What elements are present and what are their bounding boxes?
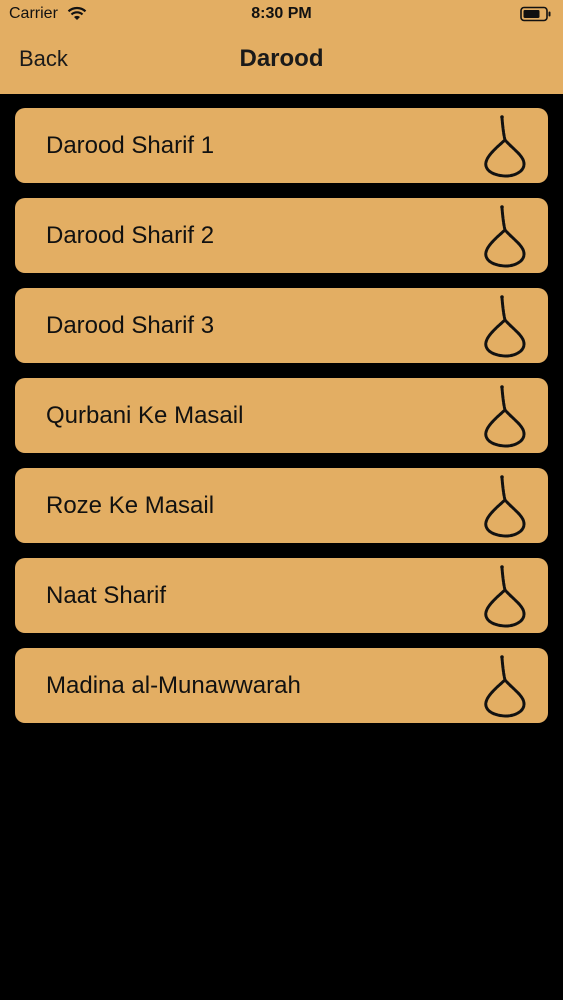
- list-item-label: Roze Ke Masail: [46, 492, 215, 519]
- list-item[interactable]: Madina al-Munawwarah: [15, 648, 548, 723]
- list-item[interactable]: Darood Sharif 3: [15, 288, 548, 363]
- prayer-beads-icon: [482, 564, 528, 633]
- page-title: Darood: [239, 45, 324, 72]
- prayer-beads-icon: [482, 204, 528, 273]
- list-item-label: Darood Sharif 3: [46, 312, 215, 339]
- list-item-label: Qurbani Ke Masail: [46, 402, 244, 429]
- list-item-label: Madina al-Munawwarah: [46, 672, 301, 699]
- status-bar: Carrier 8:30 PM: [0, 0, 563, 30]
- navigation-header: Carrier 8:30 PM Back Darood: [0, 0, 563, 94]
- list-item[interactable]: Naat Sharif: [15, 558, 548, 633]
- prayer-beads-icon: [482, 114, 528, 183]
- prayer-beads-icon: [482, 384, 528, 453]
- prayer-beads-icon: [482, 294, 528, 363]
- list-item[interactable]: Darood Sharif 2: [15, 198, 548, 273]
- prayer-beads-icon: [482, 654, 528, 723]
- prayer-beads-icon: [482, 474, 528, 543]
- list-item[interactable]: Darood Sharif 1: [15, 108, 548, 183]
- battery-icon: [520, 6, 552, 27]
- list-item-label: Naat Sharif: [46, 582, 167, 609]
- clock-time: 8:30 PM: [251, 5, 312, 22]
- list-item[interactable]: Roze Ke Masail: [15, 468, 548, 543]
- menu-list: Darood Sharif 1 Darood Sharif 2 Darood S…: [15, 108, 548, 738]
- list-item[interactable]: Qurbani Ke Masail: [15, 378, 548, 453]
- nav-bar: Back Darood: [0, 30, 563, 94]
- list-item-label: Darood Sharif 2: [46, 222, 215, 249]
- list-item-label: Darood Sharif 1: [46, 132, 215, 159]
